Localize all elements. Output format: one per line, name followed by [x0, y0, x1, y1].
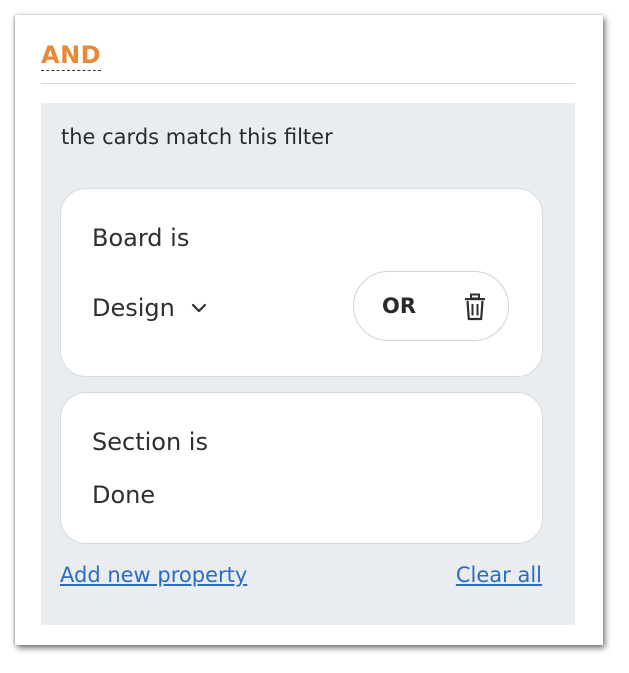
property-label: Section is	[92, 428, 208, 456]
divider	[41, 83, 575, 84]
clear-all-link[interactable]: Clear all	[456, 561, 542, 589]
chevron-down-icon	[191, 303, 206, 313]
panel-title: the cards match this filter	[61, 125, 333, 149]
operator-toggle[interactable]: AND	[41, 40, 102, 71]
property-label: Board is	[92, 224, 190, 252]
property-value: Design	[92, 294, 175, 322]
filter-card: AND the cards match this filter Board is…	[15, 15, 603, 645]
filter-panel: the cards match this filter Board is Des…	[41, 103, 575, 625]
or-button[interactable]: OR	[382, 292, 416, 320]
trash-icon[interactable]	[462, 293, 488, 321]
condition-actions: OR	[353, 271, 509, 341]
board-value-dropdown[interactable]: Design	[92, 293, 209, 323]
add-property-link[interactable]: Add new property	[60, 561, 247, 589]
filter-condition-section: Section is Done	[60, 392, 543, 544]
filter-condition-board: Board is Design OR	[60, 188, 543, 377]
property-value[interactable]: Done	[92, 480, 155, 510]
